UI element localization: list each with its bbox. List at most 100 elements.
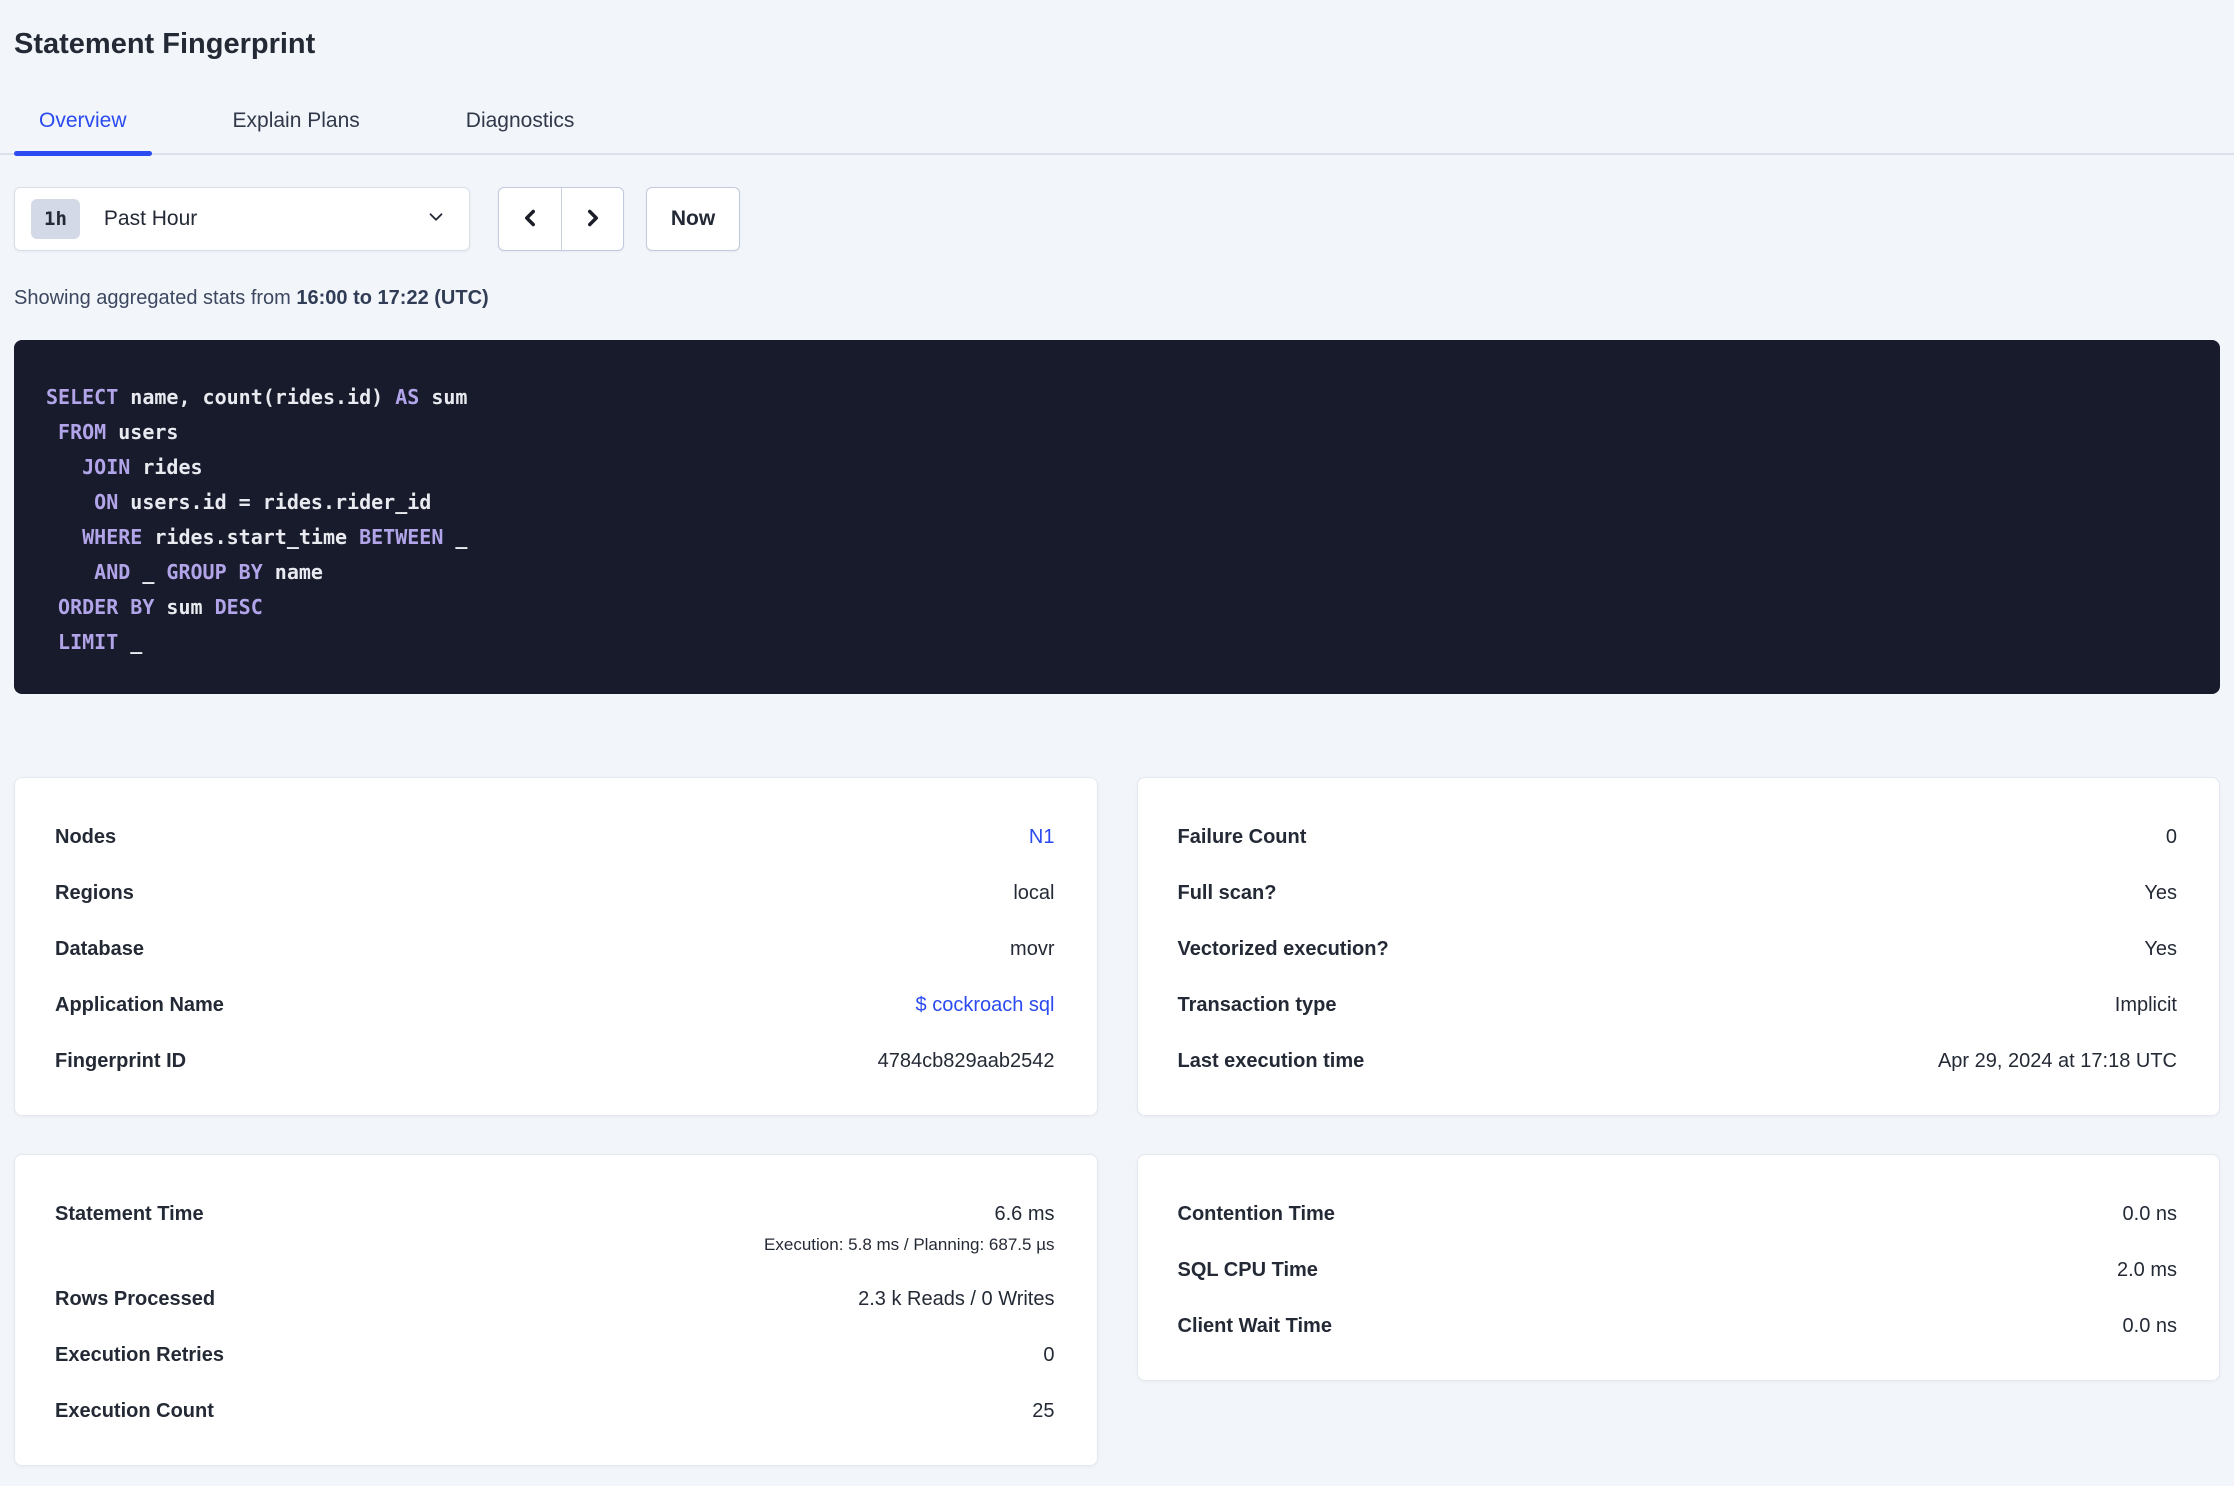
stat-row: Rows Processed 2.3 k Reads / 0 Writes	[55, 1288, 1055, 1311]
chevron-right-icon	[580, 205, 606, 234]
stat-row: Transaction type Implicit	[1178, 994, 2178, 1017]
stat-row: Regions local	[55, 882, 1055, 905]
stat-row: Execution Count 25	[55, 1400, 1055, 1423]
sql-line: ORDER BY sum DESC	[46, 590, 2190, 625]
stat-value-wrap: 0	[2166, 826, 2177, 849]
stat-row: Client Wait Time 0.0 ns	[1178, 1315, 2178, 1338]
stat-row: Fingerprint ID 4784cb829aab2542	[55, 1050, 1055, 1073]
sql-text: rides.start_time	[142, 525, 360, 549]
stat-value-wrap: $ cockroach sql	[916, 994, 1055, 1017]
stat-value-wrap: local	[1013, 882, 1054, 905]
stat-value-wrap: 0.0 ns	[2123, 1203, 2177, 1226]
stat-label: Full scan?	[1177, 882, 1277, 904]
sql-line: JOIN rides	[46, 450, 2190, 485]
stat-value: 6.6 ms	[994, 1203, 1055, 1225]
stat-label: SQL CPU Time	[1177, 1259, 1318, 1281]
stat-label: Application Name	[55, 994, 224, 1016]
sql-keyword: JOIN	[82, 455, 131, 479]
sql-text: _	[118, 630, 143, 654]
sql-keyword: BETWEEN	[359, 525, 444, 549]
sql-statement-box: SELECT name, count(rides.id) AS sum FROM…	[14, 340, 2220, 694]
stat-value: 2.0 ms	[2116, 1259, 2177, 1281]
stat-value-link[interactable]: $ cockroach sql	[916, 994, 1055, 1016]
sql-text: name	[262, 560, 323, 584]
stat-row: Application Name $ cockroach sql	[55, 994, 1055, 1017]
stat-value: Yes	[2144, 882, 2177, 904]
stat-value-wrap: 0	[1043, 1344, 1054, 1367]
stat-value: 0.0 ns	[2122, 1203, 2177, 1225]
aggregated-stats-range: 16:00 to 17:22 (UTC)	[296, 287, 489, 309]
stat-value-wrap: 25	[1032, 1400, 1054, 1423]
stat-row: Database movr	[55, 938, 1055, 961]
stat-row: Full scan? Yes	[1178, 882, 2178, 905]
now-button[interactable]: Now	[646, 187, 740, 251]
stat-label: Execution Retries	[55, 1344, 224, 1366]
time-interval-badge: 1h	[31, 199, 80, 239]
stat-row: Execution Retries 0	[55, 1344, 1055, 1367]
stat-subvalue: Execution: 5.8 ms / Planning: 687.5 µs	[764, 1235, 1055, 1254]
sql-text: users	[106, 420, 179, 444]
stat-label: Database	[55, 938, 144, 960]
stat-value: 0.0 ns	[2122, 1315, 2177, 1337]
sql-text: users.id = rides.rider_id	[118, 490, 432, 514]
sql-line: SELECT name, count(rides.id) AS sum	[46, 380, 2190, 415]
stat-row: Statement Time 6.6 ms Execution: 5.8 ms / …	[55, 1203, 1055, 1255]
sql-text: rides	[130, 455, 203, 479]
stat-value-wrap: movr	[1010, 938, 1054, 961]
prev-interval-button[interactable]	[499, 188, 561, 250]
tab-explain-plans[interactable]: Explain Plans	[208, 97, 385, 153]
timing-stats-card: Contention Time 0.0 ns SQL CPU Time 2.0 ms C…	[1136, 1154, 2220, 1381]
sql-keyword: WHERE	[82, 525, 143, 549]
stat-value: 2.3 k Reads / 0 Writes	[858, 1288, 1055, 1310]
time-interval-label: Past Hour	[103, 207, 198, 230]
interval-arrow-group	[498, 187, 624, 251]
statement-stats-card: Statement Time 6.6 ms Execution: 5.8 ms / …	[14, 1154, 1098, 1466]
time-interval-dropdown[interactable]: 1h Past Hour	[14, 187, 470, 251]
stat-label: Execution Count	[55, 1400, 214, 1422]
stat-label: Statement Time	[55, 1203, 204, 1225]
chevron-down-icon	[425, 206, 447, 233]
sql-keyword: DESC	[214, 595, 263, 619]
stat-label: Vectorized execution?	[1177, 938, 1389, 960]
sql-keyword: GROUP BY	[166, 560, 263, 584]
next-interval-button[interactable]	[561, 188, 623, 250]
stat-value: 25	[1032, 1400, 1055, 1422]
sql-text: sum	[154, 595, 215, 619]
stat-value-wrap: 2.3 k Reads / 0 Writes	[858, 1288, 1054, 1311]
stat-value: movr	[1010, 938, 1055, 960]
tab-diagnostics[interactable]: Diagnostics	[441, 97, 600, 153]
stat-label: Nodes	[55, 826, 117, 848]
tab-overview[interactable]: Overview	[14, 97, 152, 156]
stat-row: Vectorized execution? Yes	[1178, 938, 2178, 961]
page-title: Statement Fingerprint	[14, 28, 316, 60]
stat-value: local	[1013, 882, 1055, 904]
stat-value: 0	[2165, 826, 2177, 848]
stat-value: Implicit	[2114, 994, 2177, 1016]
stat-value: Apr 29, 2024 at 17:18 UTC	[1937, 1050, 2177, 1072]
stat-value: 4784cb829aab2542	[877, 1050, 1055, 1072]
stat-label: Client Wait Time	[1177, 1315, 1332, 1337]
sql-keyword: FROM	[58, 420, 107, 444]
stat-row: Failure Count 0	[1178, 826, 2178, 849]
stat-row: SQL CPU Time 2.0 ms	[1178, 1259, 2178, 1282]
stat-value: 0	[1043, 1344, 1055, 1366]
stat-value-wrap: Apr 29, 2024 at 17:18 UTC	[1938, 1050, 2177, 1073]
stat-value: Yes	[2144, 938, 2177, 960]
sql-line: AND _ GROUP BY name	[46, 555, 2190, 590]
sql-keyword: ORDER BY	[58, 595, 155, 619]
stat-value-wrap: Yes	[2144, 938, 2177, 961]
stat-value-wrap: Yes	[2144, 882, 2177, 905]
sql-keyword: ON	[94, 490, 119, 514]
tab-bar: Overview Explain Plans Diagnostics	[0, 97, 2234, 156]
execution-attributes-card: Failure Count 0 Full scan? Yes Vectorized ex…	[1136, 777, 2220, 1116]
stat-label: Failure Count	[1177, 826, 1307, 848]
aggregated-stats-prefix: Showing aggregated stats from	[14, 287, 297, 309]
stat-value-link[interactable]: N1	[1029, 826, 1055, 848]
aggregated-stats-line: Showing aggregated stats from 16:00 to 1…	[14, 287, 2220, 310]
sql-line: LIMIT _	[46, 625, 2190, 660]
stat-row: Contention Time 0.0 ns	[1178, 1203, 2178, 1226]
